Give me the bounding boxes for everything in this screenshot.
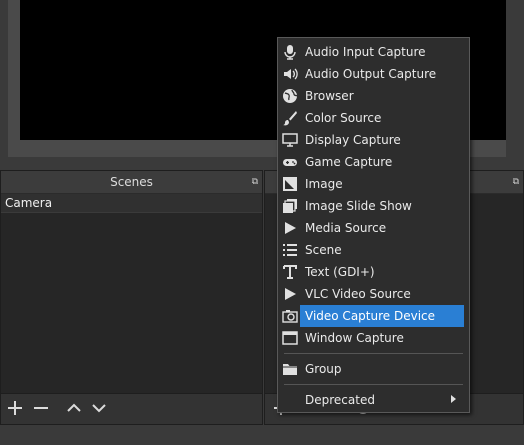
globe-icon: [283, 89, 298, 103]
dock-float-icon[interactable]: ⧉: [513, 171, 519, 193]
text-icon: [283, 265, 297, 279]
menu-item-text-gdi[interactable]: Text (GDI+): [278, 261, 469, 283]
preview-right-edge: [506, 0, 524, 170]
menu-item-display-capture[interactable]: Display Capture: [278, 129, 469, 151]
menu-item-scene[interactable]: Scene: [278, 239, 469, 261]
scenes-list: Camera: [1, 194, 262, 394]
menu-item-label: Group: [305, 362, 342, 376]
scenes-dock-title-text: Scenes: [110, 175, 153, 189]
scenes-toolbar: [1, 393, 262, 424]
dock-float-icon[interactable]: ⧉: [252, 171, 258, 193]
camera-icon: [282, 310, 298, 323]
menu-item-label: Browser: [305, 89, 354, 103]
play-icon: [285, 222, 296, 234]
chevron-down-icon: [92, 404, 106, 413]
scenes-dock: Scenes ⧉ Camera: [0, 170, 263, 425]
menu-item-label: Audio Input Capture: [305, 45, 426, 59]
move-scene-down-button[interactable]: [87, 396, 111, 420]
menu-item-image[interactable]: Image: [278, 173, 469, 195]
menu-item-label: Color Source: [305, 111, 382, 125]
menu-item-label: Scene: [305, 243, 342, 257]
menu-separator: [284, 353, 463, 354]
menu-item-group[interactable]: Group: [278, 358, 469, 380]
menu-item-video-capture-device[interactable]: Video Capture Device: [278, 305, 469, 327]
bottom-strip: [0, 425, 524, 445]
play-icon: [285, 288, 296, 300]
add-scene-button[interactable]: [3, 396, 27, 420]
menu-item-label: Image: [305, 177, 343, 191]
menu-item-deprecated[interactable]: Deprecated: [278, 389, 469, 411]
image-icon: [283, 177, 297, 191]
slideshow-icon: [283, 199, 297, 213]
scene-item-camera[interactable]: Camera: [1, 194, 262, 213]
folder-icon: [283, 364, 297, 375]
paintbrush-icon: [283, 111, 297, 126]
plus-icon: [8, 401, 22, 415]
menu-item-image-slide-show[interactable]: Image Slide Show: [278, 195, 469, 217]
microphone-icon: [284, 45, 296, 60]
menu-item-audio-output-capture[interactable]: Audio Output Capture: [278, 63, 469, 85]
remove-scene-button[interactable]: [29, 396, 53, 420]
list-icon: [283, 244, 297, 256]
speaker-icon: [284, 68, 298, 80]
menu-item-label: VLC Video Source: [305, 287, 411, 301]
scenes-dock-title: Scenes ⧉: [1, 171, 262, 193]
gamepad-icon: [283, 159, 297, 166]
menu-item-audio-input-capture[interactable]: Audio Input Capture: [278, 41, 469, 63]
menu-item-window-capture[interactable]: Window Capture: [278, 327, 469, 349]
menu-item-browser[interactable]: Browser: [278, 85, 469, 107]
menu-separator: [284, 384, 463, 385]
menu-item-label: Image Slide Show: [305, 199, 412, 213]
menu-item-label: Text (GDI+): [305, 265, 375, 279]
menu-item-label: Deprecated: [305, 393, 375, 407]
menu-item-game-capture[interactable]: Game Capture: [278, 151, 469, 173]
menu-item-label: Window Capture: [305, 331, 404, 345]
menu-item-label: Display Capture: [305, 133, 401, 147]
minus-icon: [34, 407, 48, 409]
monitor-icon: [282, 133, 298, 147]
menu-item-label: Game Capture: [305, 155, 393, 169]
window-icon: [282, 331, 298, 345]
menu-item-media-source[interactable]: Media Source: [278, 217, 469, 239]
menu-item-label: Media Source: [305, 221, 387, 235]
submenu-arrow-icon: [451, 395, 456, 403]
chevron-up-icon: [67, 403, 81, 412]
menu-item-vlc-video-source[interactable]: VLC Video Source: [278, 283, 469, 305]
move-scene-up-button[interactable]: [62, 396, 86, 420]
menu-item-color-source[interactable]: Color Source: [278, 107, 469, 129]
add-source-menu: Audio Input Capture Audio Output Capture…: [277, 37, 470, 413]
menu-item-label: Audio Output Capture: [305, 67, 437, 81]
menu-item-label: Video Capture Device: [305, 309, 436, 323]
